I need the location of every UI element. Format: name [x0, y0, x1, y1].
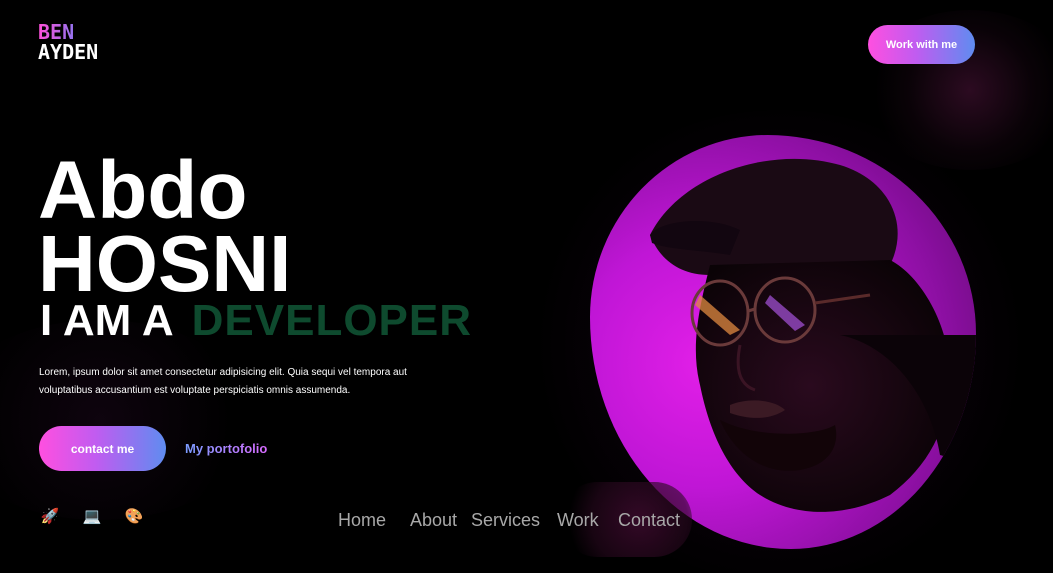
background-glow — [0, 320, 260, 520]
contact-me-button[interactable]: contact me — [39, 426, 166, 471]
nav-item-home[interactable]: Home — [338, 510, 386, 531]
hero-role: I AM A DEVELOPER — [40, 298, 472, 344]
work-with-me-button[interactable]: Work with me — [868, 25, 975, 64]
nav-item-services[interactable]: Services — [471, 510, 540, 531]
hero-last-name: HOSNI — [38, 219, 292, 308]
role-prefix: I AM A — [40, 296, 174, 345]
icon-row: 🚀 💻 🎨 — [40, 507, 144, 525]
logo-line-1: BEN — [38, 22, 98, 42]
landing-page: BEN AYDEN Work with me Abdo HOSNI I AM A… — [0, 0, 1053, 573]
palette-icon[interactable]: 🎨 — [124, 507, 144, 525]
hero-description: Lorem, ipsum dolor sit amet consectetur … — [39, 367, 407, 396]
laptop-icon[interactable]: 💻 — [82, 507, 102, 525]
portfolio-link[interactable]: My portofolio — [185, 441, 267, 456]
nav-item-about[interactable]: About — [410, 510, 457, 531]
logo[interactable]: BEN AYDEN — [38, 22, 98, 62]
nav-item-work[interactable]: Work — [557, 510, 599, 531]
logo-line-2: AYDEN — [38, 40, 99, 64]
nav-item-contact[interactable]: Contact — [618, 510, 680, 531]
role-word: DEVELOPER — [191, 296, 473, 345]
rocket-icon[interactable]: 🚀 — [40, 507, 60, 525]
